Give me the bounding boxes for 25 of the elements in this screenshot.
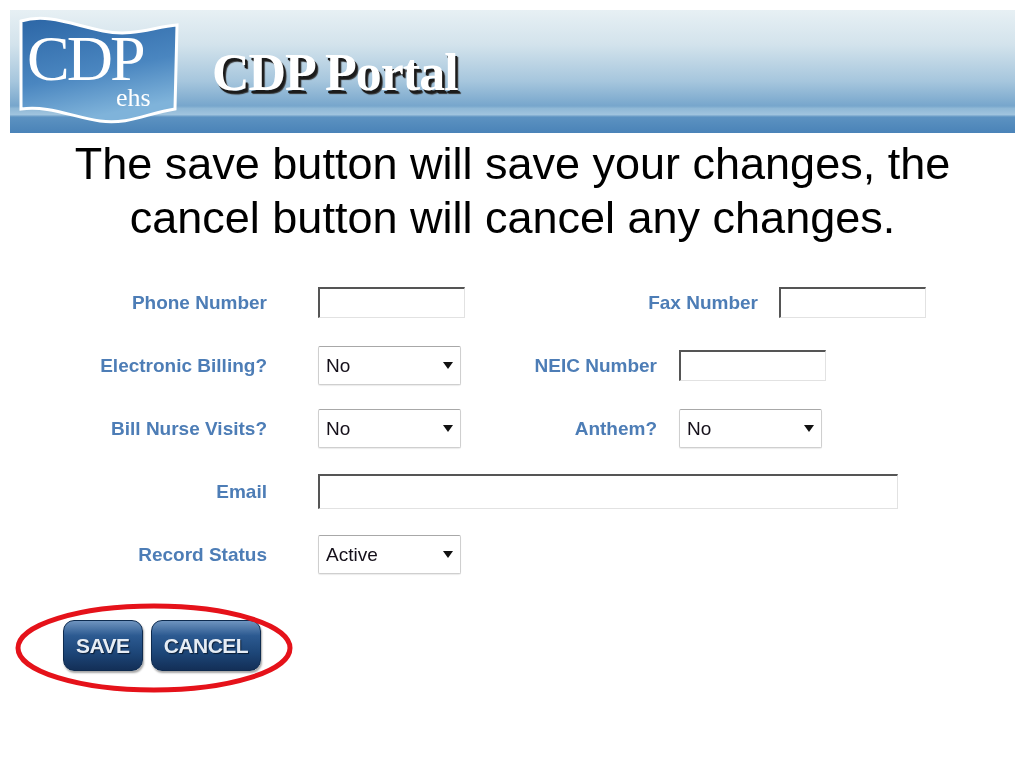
field-label: Fax Number [647, 291, 758, 314]
dropdown[interactable]: No [679, 409, 822, 448]
field-label: Anthem? [573, 417, 657, 440]
text-field[interactable] [679, 350, 826, 381]
text-field[interactable] [779, 287, 926, 318]
dropdown[interactable]: Active [318, 535, 461, 574]
field-label: Record Status [137, 543, 267, 566]
dropdown[interactable]: No [318, 346, 461, 385]
dropdown[interactable]: No [318, 409, 461, 448]
caret-icon [443, 551, 453, 558]
save-button[interactable]: SAVE [63, 620, 143, 671]
caret-icon [443, 425, 453, 432]
field-label: Email [215, 480, 267, 503]
field-label: Bill Nurse Visits? [110, 417, 267, 440]
logo-subtext: ehs [116, 85, 151, 111]
text-field[interactable] [318, 287, 465, 318]
instruction-text: The save button will save your changes, the cancel button will cancel any changes. [73, 137, 952, 245]
text-field[interactable] [318, 474, 898, 509]
cancel-button[interactable]: CANCEL [150, 620, 262, 671]
caret-icon [443, 362, 453, 369]
field-label: Phone Number [130, 291, 267, 314]
caret-icon [804, 425, 814, 432]
field-label: NEIC Number [533, 354, 657, 377]
portal-title: CDP Portal [212, 47, 458, 99]
field-label: Electronic Billing? [99, 354, 267, 377]
